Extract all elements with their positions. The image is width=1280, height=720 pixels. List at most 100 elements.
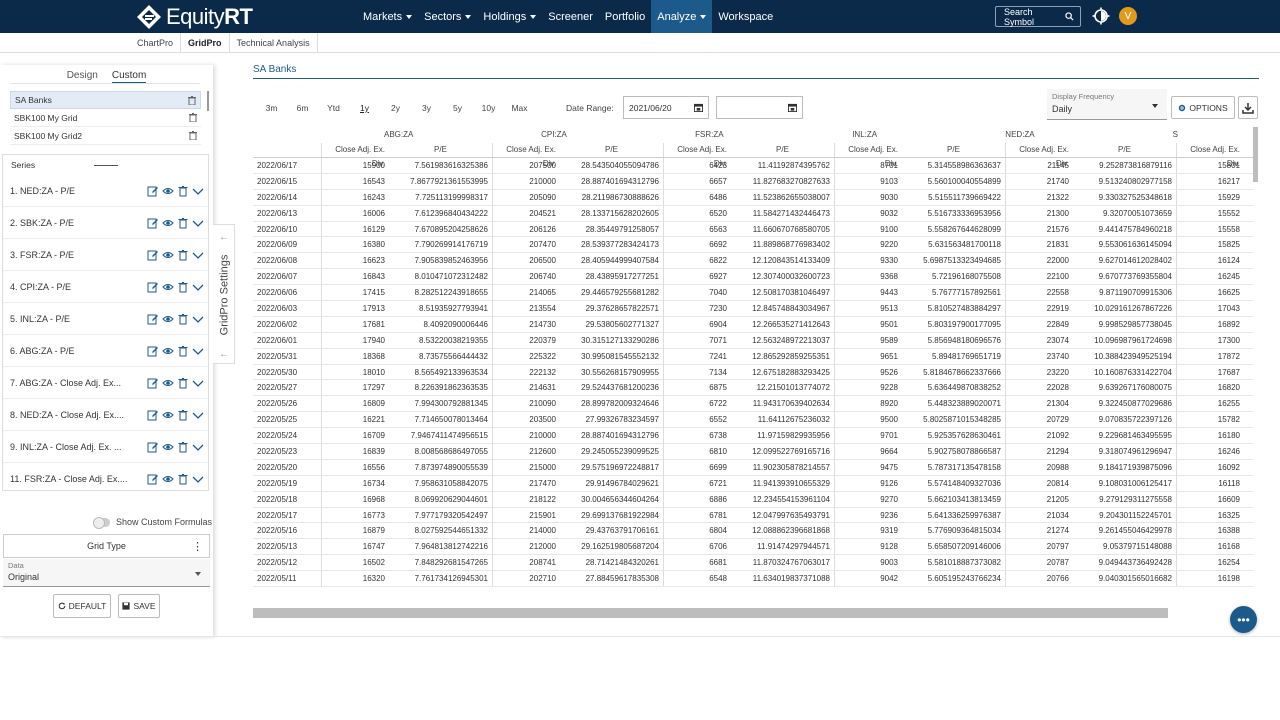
column-header-pe[interactable]: P/E <box>560 143 663 157</box>
edit-icon[interactable] <box>147 377 159 389</box>
series-item[interactable]: 7. ABG:ZA - Close Adj. Ex... <box>3 367 208 399</box>
period-10y[interactable]: 10y <box>473 103 504 113</box>
gridpro-settings-tab[interactable]: ← GridPro Settings ← <box>213 224 235 364</box>
subtab-gridpro[interactable]: GridPro <box>181 33 230 53</box>
chevron-down-icon[interactable] <box>192 249 204 261</box>
theme-toggle-icon[interactable] <box>1092 7 1110 25</box>
grid-horizontal-scrollbar[interactable] <box>253 608 1168 618</box>
eye-icon[interactable] <box>162 185 174 197</box>
calendar-icon[interactable] <box>788 103 797 112</box>
period-2y[interactable]: 2y <box>380 103 411 113</box>
edit-icon[interactable] <box>147 281 159 293</box>
eye-icon[interactable] <box>162 217 174 229</box>
chevron-down-icon[interactable] <box>192 185 204 197</box>
eye-icon[interactable] <box>162 441 174 453</box>
nav-item-markets[interactable]: Markets <box>357 0 418 33</box>
arrow-left-icon[interactable]: ← <box>218 350 230 360</box>
trash-icon[interactable] <box>189 113 197 123</box>
column-header-pe[interactable]: P/E <box>1073 143 1176 157</box>
equityrt-logo[interactable]: EquityRT <box>136 3 253 30</box>
default-button[interactable]: DEFAULT <box>53 594 111 618</box>
series-item[interactable]: 9. INL:ZA - Close Adj. Ex. ... <box>3 431 208 463</box>
trash-icon[interactable] <box>177 185 189 197</box>
nav-item-workspace[interactable]: Workspace <box>712 0 779 33</box>
more-actions-button[interactable]: ••• <box>1230 606 1257 633</box>
eye-icon[interactable] <box>162 409 174 421</box>
options-button[interactable]: OPTIONS <box>1171 96 1235 119</box>
more-vertical-icon[interactable]: ⋮ <box>192 540 203 553</box>
column-header-close[interactable]: Close Adj. Ex. Div. <box>1176 143 1244 168</box>
grid-vertical-scrollbar[interactable] <box>1253 127 1258 182</box>
period-max[interactable]: Max <box>504 103 535 113</box>
search-symbol-button[interactable]: Search Symbol <box>995 6 1081 27</box>
series-item[interactable]: 5. INL:ZA - P/E <box>3 303 208 335</box>
trash-icon[interactable] <box>189 131 197 141</box>
eye-icon[interactable] <box>162 473 174 485</box>
download-button[interactable] <box>1238 96 1258 119</box>
eye-icon[interactable] <box>162 249 174 261</box>
trash-icon[interactable] <box>188 95 196 105</box>
column-header-close[interactable]: Close Adj. Ex. Div. <box>492 143 560 168</box>
chevron-down-icon[interactable] <box>192 217 204 229</box>
date-from-input[interactable]: 2021/06/20 <box>623 96 709 119</box>
grid-list-scrollbar[interactable] <box>207 91 209 111</box>
eye-icon[interactable] <box>162 345 174 357</box>
date-to-input[interactable] <box>716 96 803 119</box>
saved-grid-item[interactable]: SA Banks <box>10 91 201 109</box>
series-item[interactable]: 3. FSR:ZA - P/E <box>3 239 208 271</box>
column-header-close[interactable]: Close Adj. Ex. Div. <box>663 143 731 168</box>
trash-icon[interactable] <box>177 345 189 357</box>
grid-type-button[interactable]: Grid Type ⋮ <box>3 534 210 558</box>
period-1y[interactable]: 1y <box>349 103 380 113</box>
eye-icon[interactable] <box>162 313 174 325</box>
show-custom-formulas-toggle[interactable] <box>93 516 110 529</box>
series-item[interactable]: 2. SBK:ZA - P/E <box>3 207 208 239</box>
edit-icon[interactable] <box>147 185 159 197</box>
edit-icon[interactable] <box>147 217 159 229</box>
eye-icon[interactable] <box>162 281 174 293</box>
edit-icon[interactable] <box>147 473 159 485</box>
trash-icon[interactable] <box>177 217 189 229</box>
period-5y[interactable]: 5y <box>442 103 473 113</box>
save-button[interactable]: SAVE <box>118 594 160 618</box>
edit-icon[interactable] <box>147 249 159 261</box>
chevron-down-icon[interactable] <box>192 377 204 389</box>
nav-item-analyze[interactable]: Analyze <box>651 0 713 33</box>
series-item[interactable]: 8. NED:ZA - Close Adj. Ex.... <box>3 399 208 431</box>
eye-icon[interactable] <box>162 377 174 389</box>
series-item[interactable]: 6. ABG:ZA - P/E <box>3 335 208 367</box>
tab-custom[interactable]: Custom <box>111 70 147 83</box>
chevron-down-icon[interactable] <box>192 441 204 453</box>
saved-grid-item[interactable]: SBK100 My Grid <box>10 109 201 127</box>
display-frequency-select[interactable]: Display Frequency Daily <box>1047 89 1167 120</box>
edit-icon[interactable] <box>147 441 159 453</box>
edit-icon[interactable] <box>147 345 159 357</box>
trash-icon[interactable] <box>177 249 189 261</box>
column-header-pe[interactable]: P/E <box>731 143 834 157</box>
period-3y[interactable]: 3y <box>411 103 442 113</box>
trash-icon[interactable] <box>177 313 189 325</box>
trash-icon[interactable] <box>177 441 189 453</box>
chevron-down-icon[interactable] <box>192 409 204 421</box>
subtab-technical-analysis[interactable]: Technical Analysis <box>230 33 318 53</box>
series-item[interactable]: 4. CPI:ZA - P/E <box>3 271 208 303</box>
data-select[interactable]: Data Original <box>3 559 210 587</box>
chevron-down-icon[interactable] <box>192 473 204 485</box>
period-6m[interactable]: 6m <box>287 103 318 113</box>
series-item[interactable]: 1. NED:ZA - P/E <box>3 175 208 207</box>
series-item[interactable]: 11. FSR:ZA - Close Adj. Ex.... <box>3 463 208 490</box>
column-header-close[interactable]: Close Adj. Ex. Div. <box>321 143 389 168</box>
column-header-pe[interactable]: P/E <box>389 143 492 157</box>
edit-icon[interactable] <box>147 409 159 421</box>
nav-item-screener[interactable]: Screener <box>542 0 599 33</box>
chevron-down-icon[interactable] <box>192 313 204 325</box>
chevron-down-icon[interactable] <box>192 281 204 293</box>
edit-icon[interactable] <box>147 313 159 325</box>
series-scrollbar[interactable] <box>208 175 209 485</box>
tab-design[interactable]: Design <box>67 70 98 83</box>
subtab-chartpro[interactable]: ChartPro <box>130 33 182 53</box>
column-header-close[interactable]: Close Adj. Ex. Div. <box>1005 143 1073 168</box>
trash-icon[interactable] <box>177 473 189 485</box>
trash-icon[interactable] <box>177 409 189 421</box>
chevron-down-icon[interactable] <box>192 345 204 357</box>
